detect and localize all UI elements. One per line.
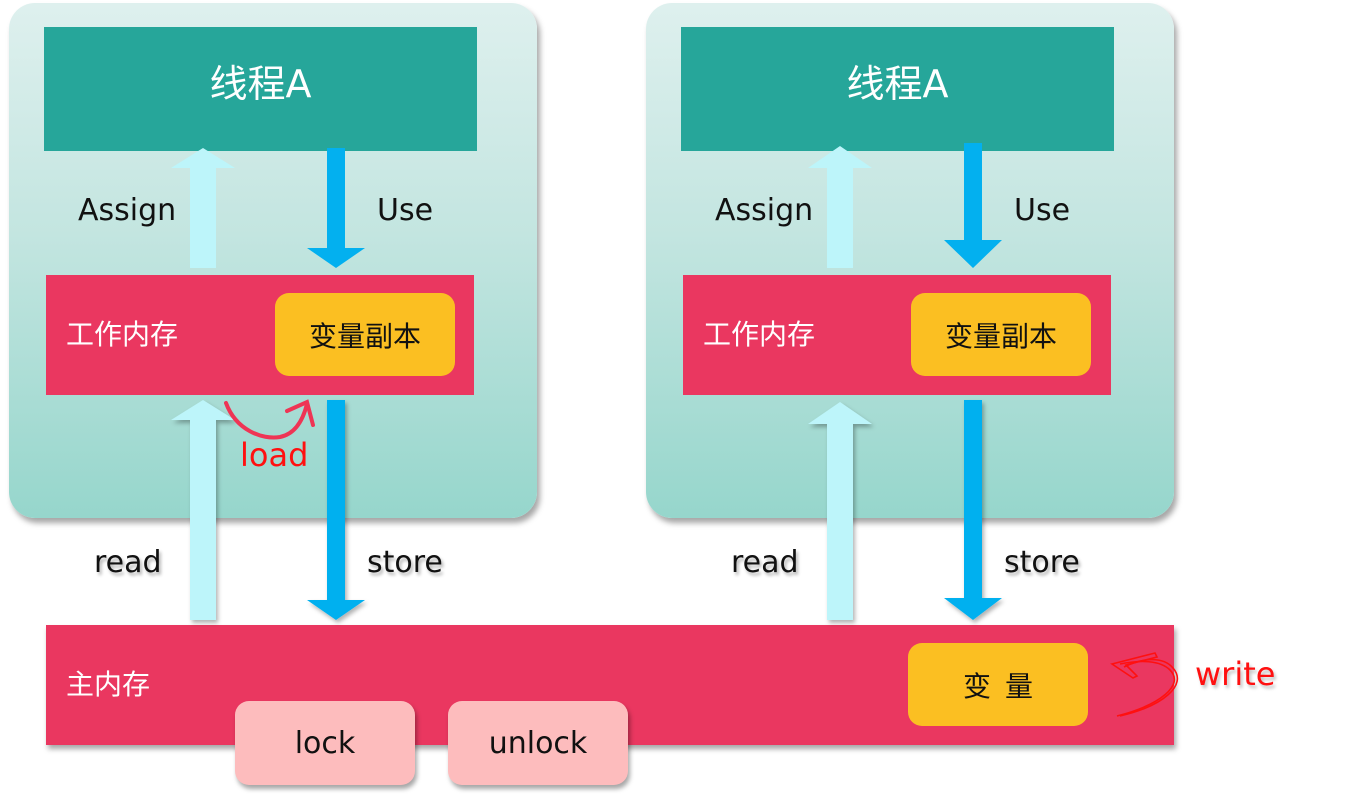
thread-2-assign-arrow — [808, 146, 872, 268]
load-curved-arrow — [224, 399, 315, 440]
arrows-layer — [171, 143, 1179, 717]
thread-2-read-arrow — [808, 402, 872, 620]
thread-1-assign-arrow — [171, 148, 235, 268]
thread-2-store-arrow — [944, 400, 1002, 620]
thread-2-use-arrow — [944, 143, 1002, 268]
thread-1-store-arrow — [307, 400, 365, 620]
thread-1-use-arrow — [307, 148, 365, 268]
thread-1-read-arrow — [171, 400, 235, 620]
write-curved-arrow — [1110, 652, 1179, 717]
